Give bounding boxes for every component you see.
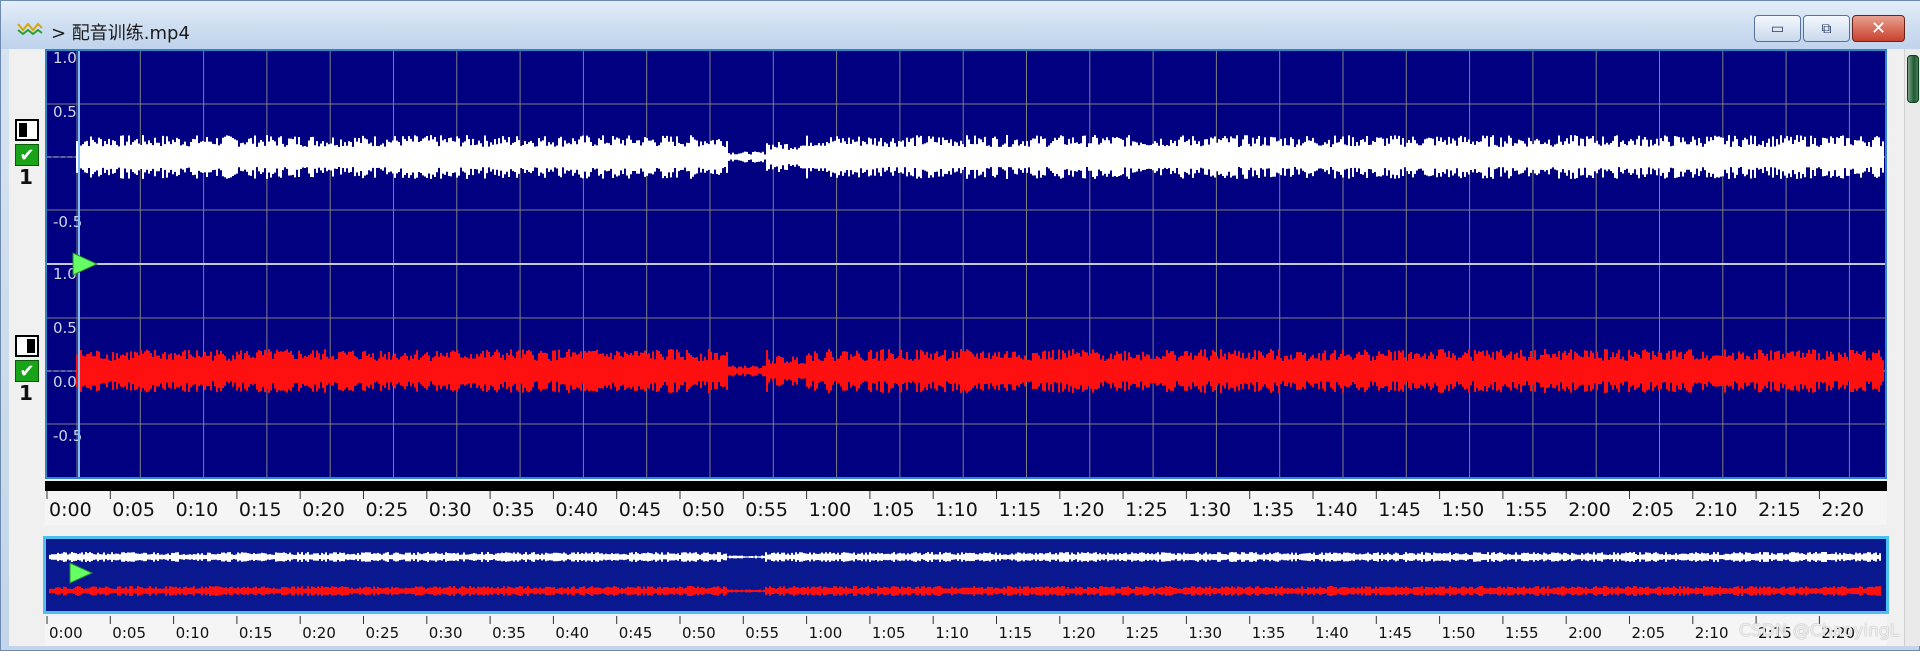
overview-left-waveform bbox=[49, 552, 1881, 562]
playhead-marker bbox=[72, 252, 99, 276]
ruler-tick-label: 0:40 bbox=[555, 624, 589, 642]
channel-1-enable-checkbox[interactable]: ✔ bbox=[15, 144, 39, 166]
ruler-tick-label: 0:10 bbox=[176, 499, 219, 521]
ruler-tick-label: 0:35 bbox=[492, 624, 526, 642]
ruler-tick-label: 0:00 bbox=[49, 499, 92, 521]
ruler-tick-label: 1:40 bbox=[1315, 624, 1349, 642]
overview-timeline-ruler: 0:00 0:05 0:10 0:15 0:20 0:25 0:30 0:35 0:40 0:45… bbox=[45, 616, 1887, 646]
channel-2-select-toggle[interactable] bbox=[15, 335, 39, 357]
y-axis-label: 0.5 bbox=[53, 319, 77, 337]
ruler-tick-label: 1:05 bbox=[872, 499, 915, 521]
check-icon: ✔ bbox=[19, 144, 35, 166]
ruler-tick-label: 1:30 bbox=[1188, 499, 1231, 521]
ruler-tick-label: 0:35 bbox=[492, 499, 535, 521]
editor-client-area: ✔ 1 ✔ 1 1.0 0.5 -0.5 1.0 0.5 0.0 -0.5 0:00 0:05… bbox=[9, 49, 1905, 646]
scrollbar-thumb[interactable] bbox=[1907, 55, 1919, 103]
ruler-tick-label: 0:40 bbox=[555, 499, 598, 521]
ruler-tick-label: 1:00 bbox=[809, 624, 843, 642]
window-title: > 配音训练.mp4 bbox=[51, 23, 190, 44]
close-button[interactable]: ✕ bbox=[1852, 15, 1905, 42]
ruler-tick-label: 0:25 bbox=[366, 624, 400, 642]
ruler-tick-label: 1:20 bbox=[1062, 624, 1096, 642]
ruler-tick-label: 2:05 bbox=[1632, 499, 1675, 521]
ruler-tick-label: 0:30 bbox=[429, 624, 463, 642]
ruler-tick-label: 0:20 bbox=[302, 624, 336, 642]
ruler-tick-label: 1:05 bbox=[872, 624, 906, 642]
watermark: CSDN @ChaoyingL bbox=[1739, 621, 1900, 641]
y-axis-label: -0.5 bbox=[53, 427, 82, 445]
ruler-tick-label: 0:55 bbox=[745, 624, 779, 642]
close-icon: ✕ bbox=[1870, 18, 1887, 39]
channel-2-enable-checkbox[interactable]: ✔ bbox=[15, 360, 39, 382]
left-channel-waveform bbox=[76, 135, 1884, 179]
ruler-tick-label: 0:30 bbox=[429, 499, 472, 521]
ruler-tick-label: 1:40 bbox=[1315, 499, 1358, 521]
ruler-tick-label: 1:10 bbox=[935, 499, 978, 521]
y-axis-label: 1.0 bbox=[53, 51, 77, 67]
ruler-tick-label: 1:25 bbox=[1125, 624, 1159, 642]
channel-2-controls: ✔ 1 bbox=[15, 335, 43, 404]
ruler-tick-label: 0:45 bbox=[619, 499, 662, 521]
y-axis-label: 0.5 bbox=[53, 103, 77, 121]
ruler-tick-label: 2:15 bbox=[1758, 499, 1801, 521]
ruler-tick-label: 0:00 bbox=[49, 624, 83, 642]
channel-1-controls: ✔ 1 bbox=[15, 119, 43, 188]
ruler-tick-label: 2:20 bbox=[1821, 499, 1864, 521]
y-axis-label: 0.0 bbox=[53, 373, 77, 391]
channel-1-select-toggle[interactable] bbox=[15, 119, 39, 141]
y-axis-label: -0.5 bbox=[53, 213, 82, 231]
waveform-display[interactable]: 1.0 0.5 -0.5 1.0 0.5 0.0 -0.5 bbox=[45, 49, 1887, 479]
ruler-tick-label: 0:10 bbox=[176, 624, 210, 642]
channel-2-number: 1 bbox=[19, 381, 33, 405]
minimize-button[interactable]: ▭ bbox=[1754, 15, 1801, 42]
ruler-tick-label: 1:10 bbox=[935, 624, 969, 642]
ruler-tick-label: 1:35 bbox=[1252, 499, 1295, 521]
restore-icon: ⧉ bbox=[1821, 20, 1832, 37]
vertical-scrollbar[interactable] bbox=[1904, 49, 1920, 646]
overview-panel[interactable] bbox=[43, 536, 1889, 614]
overview-canvas[interactable] bbox=[46, 539, 1886, 611]
check-icon: ✔ bbox=[19, 360, 35, 382]
waveform-canvas[interactable]: 1.00.5-0.51.00.50.0-0.5 bbox=[47, 51, 1885, 477]
ruler-tick-label: 1:30 bbox=[1188, 624, 1222, 642]
ruler-tick-label: 2:05 bbox=[1632, 624, 1666, 642]
overview-playhead-marker bbox=[69, 562, 94, 584]
ruler-tick-label: 0:50 bbox=[682, 499, 725, 521]
ruler-tick-label: 1:25 bbox=[1125, 499, 1168, 521]
ruler-tick-label: 1:55 bbox=[1505, 499, 1548, 521]
ruler-tick-label: 2:10 bbox=[1695, 499, 1738, 521]
waveform-app-icon bbox=[17, 22, 43, 36]
maximize-button[interactable]: ⧉ bbox=[1803, 15, 1850, 42]
ruler-tick-label: 1:00 bbox=[809, 499, 852, 521]
ruler-tick-label: 1:50 bbox=[1442, 624, 1476, 642]
ruler-tick-label: 2:00 bbox=[1568, 499, 1611, 521]
ruler-tick-label: 0:20 bbox=[302, 499, 345, 521]
ruler-tick-label: 1:50 bbox=[1442, 499, 1485, 521]
minimize-icon: ▭ bbox=[1770, 20, 1785, 37]
ruler-tick-label: 0:55 bbox=[745, 499, 788, 521]
ruler-tick-label: 0:45 bbox=[619, 624, 653, 642]
app-window: > 配音训练.mp4 ▭ ⧉ ✕ ✔ 1 ✔ 1 1.0 0.5 -0.5 1.0 0.… bbox=[0, 0, 1920, 651]
ruler-tick-label: 1:45 bbox=[1378, 499, 1421, 521]
right-channel-waveform bbox=[76, 349, 1884, 393]
ruler-tick-label: 0:15 bbox=[239, 624, 273, 642]
overview-right-waveform bbox=[49, 586, 1881, 596]
ruler-tick-label: 0:25 bbox=[366, 499, 409, 521]
ruler-tick-label: 0:05 bbox=[112, 499, 155, 521]
ruler-tick-label: 2:00 bbox=[1568, 624, 1602, 642]
ruler-tick-label: 1:55 bbox=[1505, 624, 1539, 642]
ruler-tick-label: 0:05 bbox=[112, 624, 146, 642]
ruler-tick-label: 2:10 bbox=[1695, 624, 1729, 642]
ruler-tick-label: 0:15 bbox=[239, 499, 282, 521]
title-bar[interactable]: > 配音训练.mp4 ▭ ⧉ ✕ bbox=[1, 1, 1920, 49]
ruler-tick-label: 1:35 bbox=[1252, 624, 1286, 642]
ruler-tick-label: 1:15 bbox=[999, 499, 1042, 521]
channel-gutter: ✔ 1 ✔ 1 bbox=[9, 49, 45, 479]
timeline-ruler[interactable]: 0:00 0:05 0:10 0:15 0:20 0:25 0:30 0:35 0:40 0:45… bbox=[45, 481, 1887, 525]
ruler-tick-label: 1:15 bbox=[999, 624, 1033, 642]
channel-1-number: 1 bbox=[19, 165, 33, 189]
ruler-tick-label: 1:20 bbox=[1062, 499, 1105, 521]
ruler-tick-label: 0:50 bbox=[682, 624, 716, 642]
ruler-tick-label: 1:45 bbox=[1378, 624, 1412, 642]
